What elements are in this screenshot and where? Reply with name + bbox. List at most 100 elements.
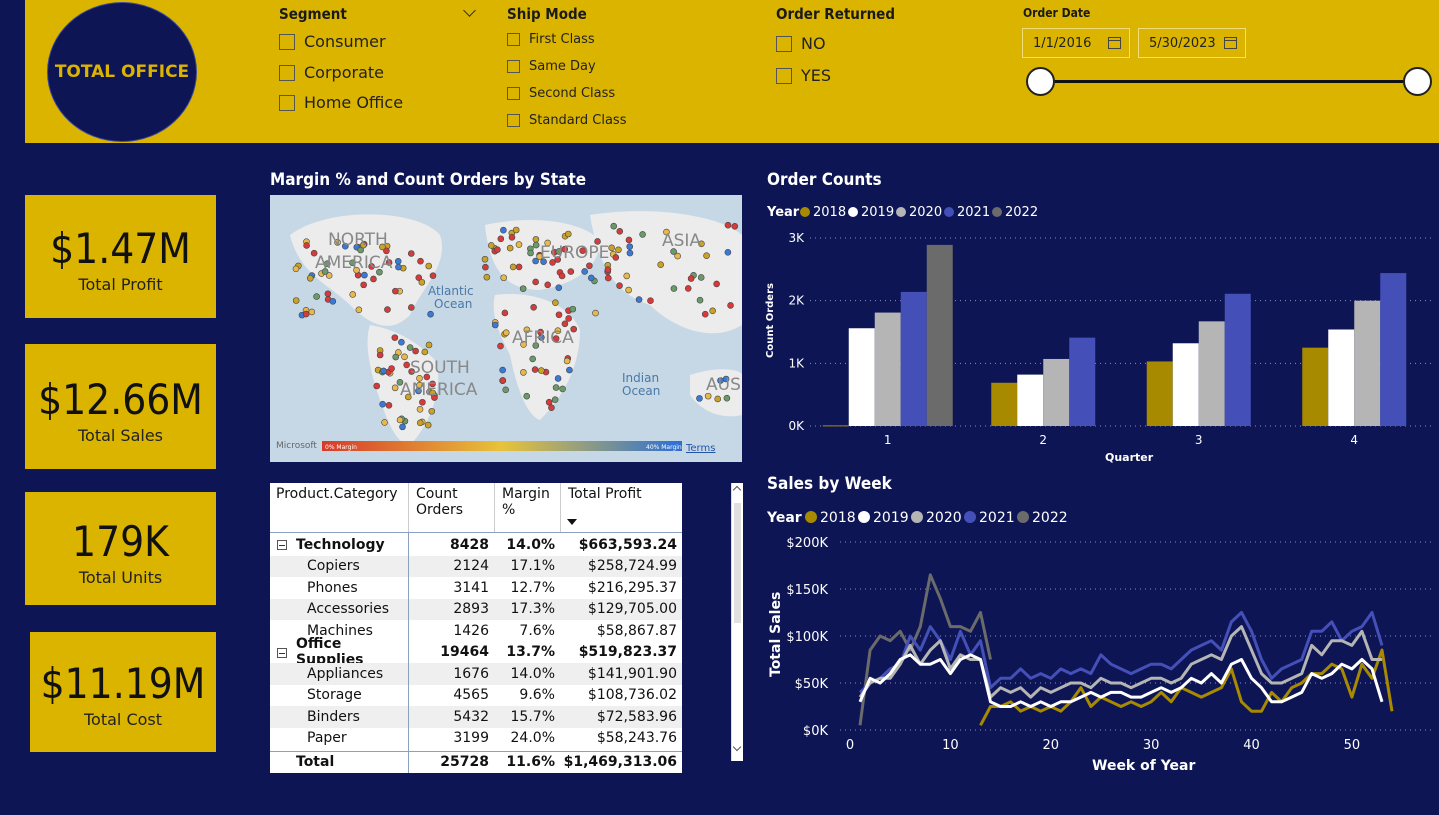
ship-mode-option-standard-class[interactable]: Standard Class: [507, 113, 626, 128]
calendar-icon[interactable]: [1224, 37, 1237, 49]
checkbox[interactable]: [507, 114, 520, 127]
order-dot: [403, 361, 410, 369]
legend-title: Year: [766, 510, 802, 526]
order-dot: [531, 366, 539, 373]
order-dot: [701, 310, 709, 318]
order-dot: [292, 265, 300, 273]
table-row[interactable]: Storage 4565 9.6% $108,736.02: [270, 685, 682, 707]
kpi-total-cost: $11.19M Total Cost: [30, 632, 216, 752]
bar-2021-q4: [1380, 273, 1407, 426]
map-label: Ocean: [622, 384, 660, 398]
bar-2020-q3: [1198, 321, 1225, 426]
checkbox[interactable]: [279, 64, 295, 81]
brand-logo: TOTAL OFFICE: [47, 2, 197, 142]
checkbox[interactable]: [279, 33, 295, 50]
x-tick-label: 50: [1344, 738, 1361, 753]
map-label: Ocean: [434, 297, 472, 311]
checkbox[interactable]: [507, 60, 520, 73]
order-counts-chart[interactable]: Year 2018 2019 2020 2021 2022 0K1K2K3K 1234 …: [760, 198, 1439, 470]
date-range-slider-track[interactable]: [1040, 80, 1418, 83]
x-tick-label: 40: [1243, 738, 1260, 753]
segment-option-corporate[interactable]: Corporate: [279, 63, 384, 82]
date-range-start-handle[interactable]: [1026, 67, 1055, 96]
bar-2020-q4: [1354, 300, 1381, 426]
table-group-row[interactable]: Office Supplies 19464 13.7% $519,823.37: [270, 636, 682, 668]
table-scrollbar[interactable]: [731, 483, 743, 761]
scroll-thumb[interactable]: [734, 503, 741, 623]
segment-option-home-office[interactable]: Home Office: [279, 93, 403, 112]
order-dot: [396, 416, 404, 424]
bar-2019-q1: [848, 328, 875, 426]
order-dot: [424, 421, 432, 429]
checkbox[interactable]: [776, 35, 792, 52]
checkbox[interactable]: [776, 67, 792, 84]
legend-label: 2019: [873, 510, 909, 526]
order-dot: [657, 261, 664, 268]
ship-mode-option-same-day[interactable]: Same Day: [507, 59, 596, 74]
table-row[interactable]: Appliances 1676 14.0% $141,901.90: [270, 663, 682, 685]
ship-mode-option-first-class[interactable]: First Class: [507, 32, 595, 47]
margin-legend-max: 40% Margin: [646, 444, 682, 451]
map-terms-link[interactable]: Terms: [685, 443, 715, 454]
order-dot: [527, 249, 534, 257]
bar-legend: 2018 2019 2020 2021 2022: [800, 205, 1038, 220]
order-dot: [647, 297, 654, 304]
order-dot: [407, 250, 415, 257]
legend-marker: [944, 207, 954, 217]
header-total-profit[interactable]: Total Profit: [561, 483, 682, 532]
table-row[interactable]: Binders 5432 15.7% $72,583.96: [270, 706, 682, 728]
segment-slicer-title: Segment: [279, 5, 347, 23]
map-canvas[interactable]: NORTH AMERICA EUROPE ASIA AFRICA SOUTH A…: [270, 195, 742, 462]
line-legend: 2018 2019 2020 2021 2022: [805, 510, 1068, 526]
header-margin[interactable]: Margin %: [495, 483, 561, 532]
bar-y-ticks: 0K 1K 2K 3K: [788, 231, 805, 433]
x-tick-label: 3: [1195, 433, 1203, 447]
y-tick-label: 2K: [788, 294, 805, 308]
ship-mode-option-second-class[interactable]: Second Class: [507, 86, 615, 101]
order-dot: [428, 407, 436, 415]
collapse-icon[interactable]: [277, 647, 287, 658]
calendar-icon[interactable]: [1108, 37, 1121, 49]
legend-marker: [858, 511, 870, 523]
order-returned-option-yes[interactable]: YES: [776, 66, 831, 85]
order-returned-option-no[interactable]: NO: [776, 34, 826, 53]
map-label: AMERICA: [400, 380, 478, 400]
bar-2021-q1: [900, 291, 927, 426]
end-date-input[interactable]: 5/30/2023: [1138, 28, 1246, 58]
scroll-down-icon[interactable]: [732, 742, 742, 752]
order-dot: [381, 419, 388, 426]
header-product-category[interactable]: Product.Category: [270, 483, 409, 532]
checkbox[interactable]: [507, 33, 520, 46]
table-total-row: Total 25728 11.6% $1,469,313.06: [270, 751, 682, 773]
order-dot: [385, 401, 393, 409]
legend-title: Year: [766, 205, 800, 220]
table-row[interactable]: Paper 3199 24.0% $58,243.76: [270, 728, 682, 750]
order-dot: [391, 384, 399, 392]
order-dot: [483, 273, 491, 281]
sales-by-week-chart[interactable]: Year 2018 2019 2020 2021 2022 $0K $50K $100K $1…: [760, 502, 1439, 780]
state-map[interactable]: NORTH AMERICA EUROPE ASIA AFRICA SOUTH A…: [270, 195, 742, 462]
line-y-ticks: $0K $50K $100K $150K $200K: [786, 536, 828, 739]
order-dot: [388, 365, 395, 372]
order-dot: [401, 353, 408, 361]
segment-option-consumer[interactable]: Consumer: [279, 32, 386, 51]
x-tick-label: 10: [942, 738, 959, 753]
header-count-orders[interactable]: Count Orders: [409, 483, 495, 532]
kpi-caption: Total Units: [78, 568, 163, 587]
sort-desc-icon: [567, 519, 577, 525]
table-row[interactable]: Copiers 2124 17.1% $258,724.99: [270, 555, 682, 577]
scroll-up-icon[interactable]: [732, 485, 742, 495]
kpi-caption: Total Profit: [78, 275, 163, 294]
legend-label: 2020: [909, 205, 942, 220]
order-dot: [502, 386, 509, 394]
date-range-end-handle[interactable]: [1403, 67, 1432, 96]
collapse-icon[interactable]: [277, 540, 287, 550]
bar-2018-q3: [1146, 361, 1173, 426]
checkbox[interactable]: [507, 87, 520, 100]
start-date-input[interactable]: 1/1/2016: [1022, 28, 1130, 58]
order-dot: [313, 293, 320, 300]
table-row[interactable]: Accessories 2893 17.3% $129,705.00: [270, 598, 682, 620]
table-group-row[interactable]: Technology 8428 14.0% $663,593.24: [270, 534, 682, 556]
checkbox[interactable]: [279, 94, 295, 111]
table-row[interactable]: Phones 3141 12.7% $216,295.37: [270, 577, 682, 599]
